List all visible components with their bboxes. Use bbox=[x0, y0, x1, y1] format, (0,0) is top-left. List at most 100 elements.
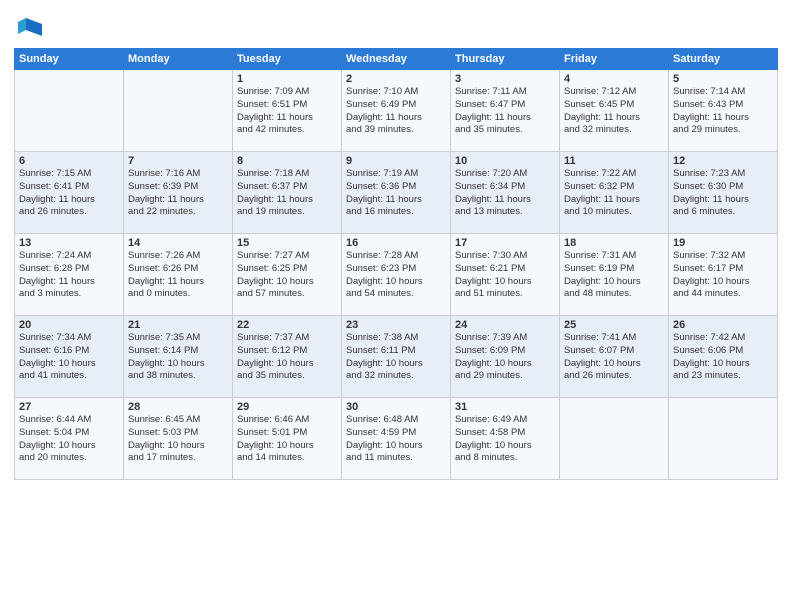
cell-line: Sunrise: 7:12 AM bbox=[564, 86, 664, 99]
calendar-cell: 10Sunrise: 7:20 AMSunset: 6:34 PMDayligh… bbox=[451, 152, 560, 234]
cell-line: Daylight: 11 hours bbox=[455, 112, 555, 125]
cell-line: Daylight: 11 hours bbox=[19, 194, 119, 207]
cell-line: and 20 minutes. bbox=[19, 452, 119, 465]
cell-line: Sunset: 6:25 PM bbox=[237, 263, 337, 276]
calendar-cell: 28Sunrise: 6:45 AMSunset: 5:03 PMDayligh… bbox=[124, 398, 233, 480]
calendar-cell: 1Sunrise: 7:09 AMSunset: 6:51 PMDaylight… bbox=[233, 70, 342, 152]
cell-line: and 26 minutes. bbox=[19, 206, 119, 219]
day-number: 18 bbox=[564, 237, 664, 249]
cell-line: Sunset: 6:12 PM bbox=[237, 345, 337, 358]
day-number: 21 bbox=[128, 319, 228, 331]
cell-line: Daylight: 11 hours bbox=[564, 194, 664, 207]
cell-line: Daylight: 10 hours bbox=[237, 440, 337, 453]
day-number: 6 bbox=[19, 155, 119, 167]
cell-line: Sunset: 5:01 PM bbox=[237, 427, 337, 440]
cell-line: and 48 minutes. bbox=[564, 288, 664, 301]
calendar-cell bbox=[124, 70, 233, 152]
cell-line: Sunset: 6:49 PM bbox=[346, 99, 446, 112]
cell-line: Sunrise: 7:42 AM bbox=[673, 332, 773, 345]
cell-line: Daylight: 10 hours bbox=[346, 358, 446, 371]
cell-line: Daylight: 10 hours bbox=[564, 358, 664, 371]
cell-line: and 22 minutes. bbox=[128, 206, 228, 219]
calendar-cell: 19Sunrise: 7:32 AMSunset: 6:17 PMDayligh… bbox=[669, 234, 778, 316]
day-header-saturday: Saturday bbox=[669, 49, 778, 70]
cell-line: and 10 minutes. bbox=[564, 206, 664, 219]
day-number: 22 bbox=[237, 319, 337, 331]
day-number: 16 bbox=[346, 237, 446, 249]
calendar-cell: 24Sunrise: 7:39 AMSunset: 6:09 PMDayligh… bbox=[451, 316, 560, 398]
week-row-2: 6Sunrise: 7:15 AMSunset: 6:41 PMDaylight… bbox=[15, 152, 778, 234]
cell-line: and 14 minutes. bbox=[237, 452, 337, 465]
cell-line: Sunset: 6:07 PM bbox=[564, 345, 664, 358]
cell-line: Daylight: 10 hours bbox=[673, 358, 773, 371]
cell-line: Daylight: 11 hours bbox=[19, 276, 119, 289]
cell-line: and 32 minutes. bbox=[564, 124, 664, 137]
calendar-cell: 8Sunrise: 7:18 AMSunset: 6:37 PMDaylight… bbox=[233, 152, 342, 234]
cell-line: Sunset: 5:03 PM bbox=[128, 427, 228, 440]
calendar-cell bbox=[669, 398, 778, 480]
cell-line: and 11 minutes. bbox=[346, 452, 446, 465]
week-row-4: 20Sunrise: 7:34 AMSunset: 6:16 PMDayligh… bbox=[15, 316, 778, 398]
day-header-wednesday: Wednesday bbox=[342, 49, 451, 70]
day-header-thursday: Thursday bbox=[451, 49, 560, 70]
cell-line: Sunrise: 6:45 AM bbox=[128, 414, 228, 427]
page-container: SundayMondayTuesdayWednesdayThursdayFrid… bbox=[0, 0, 792, 612]
day-number: 25 bbox=[564, 319, 664, 331]
cell-line: Sunrise: 7:37 AM bbox=[237, 332, 337, 345]
day-number: 15 bbox=[237, 237, 337, 249]
cell-line: Daylight: 11 hours bbox=[346, 112, 446, 125]
cell-line: Daylight: 10 hours bbox=[19, 440, 119, 453]
days-header-row: SundayMondayTuesdayWednesdayThursdayFrid… bbox=[15, 49, 778, 70]
day-header-sunday: Sunday bbox=[15, 49, 124, 70]
day-number: 27 bbox=[19, 401, 119, 413]
cell-line: Sunset: 6:37 PM bbox=[237, 181, 337, 194]
logo-icon bbox=[16, 14, 44, 42]
cell-line: Daylight: 10 hours bbox=[346, 440, 446, 453]
cell-line: Daylight: 11 hours bbox=[237, 194, 337, 207]
cell-line: and 44 minutes. bbox=[673, 288, 773, 301]
cell-line: and 13 minutes. bbox=[455, 206, 555, 219]
day-number: 3 bbox=[455, 73, 555, 85]
cell-line: and 42 minutes. bbox=[237, 124, 337, 137]
day-number: 7 bbox=[128, 155, 228, 167]
day-number: 26 bbox=[673, 319, 773, 331]
day-number: 1 bbox=[237, 73, 337, 85]
cell-line: Sunrise: 7:19 AM bbox=[346, 168, 446, 181]
week-row-1: 1Sunrise: 7:09 AMSunset: 6:51 PMDaylight… bbox=[15, 70, 778, 152]
calendar-cell: 14Sunrise: 7:26 AMSunset: 6:26 PMDayligh… bbox=[124, 234, 233, 316]
cell-line: and 17 minutes. bbox=[128, 452, 228, 465]
calendar-cell: 25Sunrise: 7:41 AMSunset: 6:07 PMDayligh… bbox=[560, 316, 669, 398]
cell-line: Daylight: 10 hours bbox=[564, 276, 664, 289]
cell-line: Sunset: 4:59 PM bbox=[346, 427, 446, 440]
cell-line: Sunset: 6:26 PM bbox=[128, 263, 228, 276]
cell-line: Daylight: 11 hours bbox=[346, 194, 446, 207]
cell-line: and 19 minutes. bbox=[237, 206, 337, 219]
cell-line: Sunrise: 7:32 AM bbox=[673, 250, 773, 263]
cell-line: Sunset: 6:39 PM bbox=[128, 181, 228, 194]
cell-line: Sunset: 6:14 PM bbox=[128, 345, 228, 358]
cell-line: and 35 minutes. bbox=[237, 370, 337, 383]
calendar-cell: 17Sunrise: 7:30 AMSunset: 6:21 PMDayligh… bbox=[451, 234, 560, 316]
cell-line: Sunset: 6:47 PM bbox=[455, 99, 555, 112]
cell-line: Sunset: 6:17 PM bbox=[673, 263, 773, 276]
cell-line: Sunset: 6:16 PM bbox=[19, 345, 119, 358]
cell-line: Sunrise: 6:49 AM bbox=[455, 414, 555, 427]
cell-line: Sunset: 6:51 PM bbox=[237, 99, 337, 112]
cell-line: Sunrise: 7:26 AM bbox=[128, 250, 228, 263]
day-number: 12 bbox=[673, 155, 773, 167]
cell-line: Daylight: 11 hours bbox=[455, 194, 555, 207]
day-number: 10 bbox=[455, 155, 555, 167]
day-number: 31 bbox=[455, 401, 555, 413]
cell-line: and 26 minutes. bbox=[564, 370, 664, 383]
calendar-cell: 22Sunrise: 7:37 AMSunset: 6:12 PMDayligh… bbox=[233, 316, 342, 398]
week-row-5: 27Sunrise: 6:44 AMSunset: 5:04 PMDayligh… bbox=[15, 398, 778, 480]
week-row-3: 13Sunrise: 7:24 AMSunset: 6:28 PMDayligh… bbox=[15, 234, 778, 316]
calendar-cell: 13Sunrise: 7:24 AMSunset: 6:28 PMDayligh… bbox=[15, 234, 124, 316]
cell-line: and 57 minutes. bbox=[237, 288, 337, 301]
calendar-cell: 6Sunrise: 7:15 AMSunset: 6:41 PMDaylight… bbox=[15, 152, 124, 234]
calendar-cell: 20Sunrise: 7:34 AMSunset: 6:16 PMDayligh… bbox=[15, 316, 124, 398]
calendar-cell: 29Sunrise: 6:46 AMSunset: 5:01 PMDayligh… bbox=[233, 398, 342, 480]
cell-line: Sunset: 6:41 PM bbox=[19, 181, 119, 194]
cell-line: Daylight: 10 hours bbox=[237, 276, 337, 289]
cell-line: Sunset: 6:09 PM bbox=[455, 345, 555, 358]
